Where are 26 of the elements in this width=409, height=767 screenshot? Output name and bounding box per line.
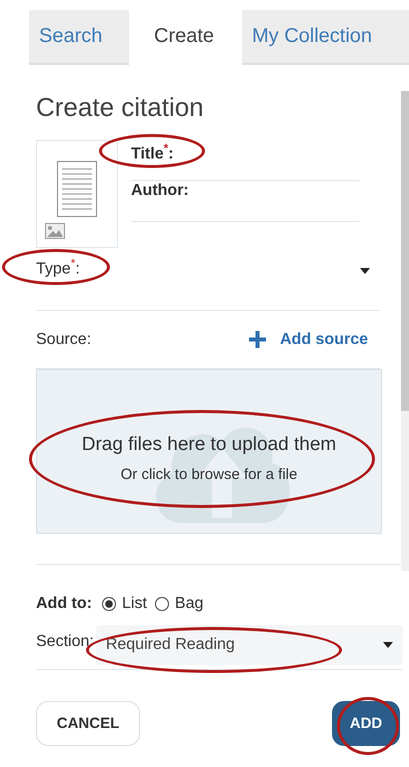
add-button[interactable]: ADD — [332, 701, 400, 746]
caret-icon — [383, 642, 393, 648]
cancel-button[interactable]: CANCEL — [36, 701, 140, 746]
radio-option[interactable]: List — [102, 595, 147, 613]
add-source-link[interactable]: Add source — [248, 330, 368, 348]
text-field[interactable]: Author: — [131, 181, 360, 222]
section-select[interactable]: Required Reading — [96, 625, 403, 665]
field-label: Add to: — [36, 595, 92, 613]
upload-hint: Or click to browse for a file — [120, 466, 298, 483]
field-label: Author: — [131, 181, 189, 200]
field-label: Section: — [36, 633, 94, 651]
document-icon — [57, 161, 97, 217]
upload-instruction: Drag files here to upload them — [82, 434, 336, 456]
scrollbar[interactable] — [401, 91, 409, 571]
type-select[interactable]: Type$^{*}$: — [36, 248, 380, 311]
field-label: Type$^{*}$: — [36, 256, 80, 278]
field-label: Source: — [36, 330, 92, 348]
caret-icon — [360, 268, 370, 274]
tab[interactable]: My Collection — [242, 10, 409, 65]
page-heading: Create citation — [36, 91, 205, 123]
image-icon — [45, 223, 65, 239]
text-field[interactable]: Title$^{*}$: — [131, 140, 360, 181]
tab[interactable]: Search — [29, 10, 129, 65]
radio-option[interactable]: Bag — [154, 595, 204, 613]
plus-icon — [248, 331, 266, 348]
field-label: Title$^{*}$: — [131, 140, 174, 164]
